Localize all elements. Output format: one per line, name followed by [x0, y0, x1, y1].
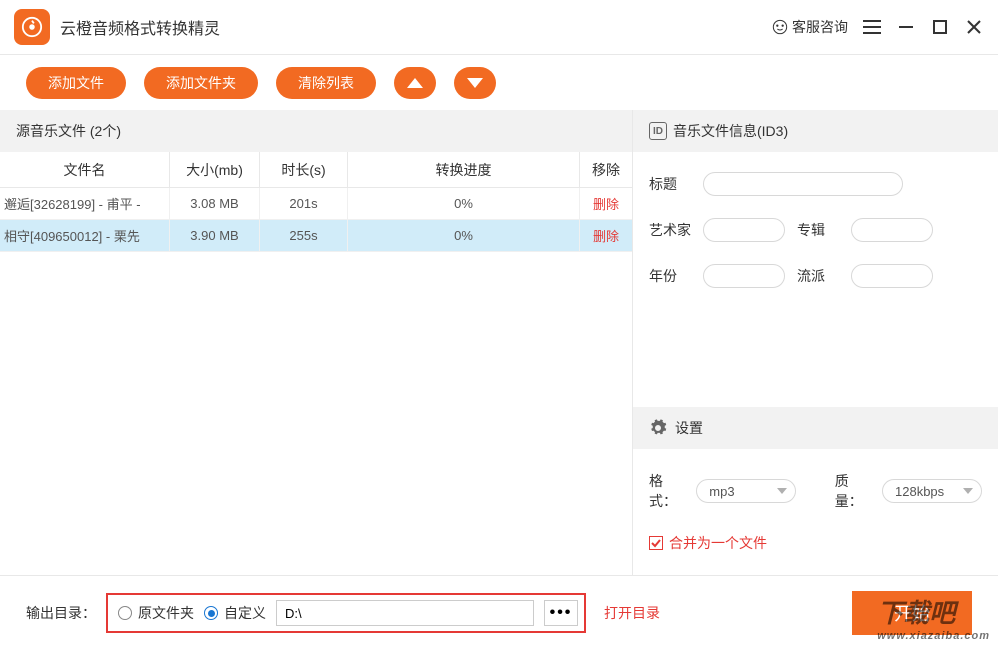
browse-button[interactable]: ••• [544, 600, 578, 626]
side-panel: ID 音乐文件信息(ID3) 标题 艺术家 专辑 年份 流派 [632, 110, 998, 575]
titlebar: 云橙音频格式转换精灵 客服咨询 [0, 0, 998, 55]
title-label: 标题 [649, 174, 691, 194]
cell-duration: 255s [260, 220, 348, 251]
footer: 输出目录： 原文件夹 自定义 ••• 打开目录 开始 [0, 575, 998, 650]
delete-link[interactable]: 删除 [593, 226, 619, 245]
genre-label: 流派 [797, 266, 839, 286]
col-name: 文件名 [0, 152, 170, 187]
genre-input[interactable] [851, 264, 933, 288]
start-button[interactable]: 开始 [852, 591, 972, 635]
cell-progress: 0% [348, 188, 580, 219]
col-progress: 转换进度 [348, 152, 580, 187]
quality-select[interactable]: 128kbps [882, 479, 982, 503]
format-label: 格式： [649, 471, 688, 511]
settings-header: 设置 [633, 407, 998, 449]
id3-icon: ID [649, 122, 667, 140]
cell-duration: 201s [260, 188, 348, 219]
radio-icon [118, 606, 132, 620]
file-list-panel: 源音乐文件 (2个) 文件名 大小(mb) 时长(s) 转换进度 移除 邂逅[3… [0, 110, 632, 575]
clear-list-button[interactable]: 清除列表 [276, 67, 376, 99]
cell-size: 3.08 MB [170, 188, 260, 219]
close-button[interactable] [964, 17, 984, 37]
app-title: 云橙音频格式转换精灵 [60, 15, 772, 39]
album-label: 专辑 [797, 220, 839, 240]
radio-original[interactable]: 原文件夹 [118, 603, 194, 623]
year-label: 年份 [649, 266, 691, 286]
delete-link[interactable]: 删除 [593, 194, 619, 213]
move-down-button[interactable] [454, 67, 496, 99]
maximize-button[interactable] [930, 17, 950, 37]
id3-header: ID 音乐文件信息(ID3) [633, 110, 998, 152]
support-label: 客服咨询 [792, 17, 848, 37]
table-header: 文件名 大小(mb) 时长(s) 转换进度 移除 [0, 152, 632, 188]
merge-checkbox[interactable]: 合并为一个文件 [649, 533, 982, 553]
radio-icon [204, 606, 218, 620]
col-duration: 时长(s) [260, 152, 348, 187]
cell-name: 相守[409650012] - 栗先 [0, 220, 170, 251]
source-header: 源音乐文件 (2个) [0, 110, 632, 152]
format-select[interactable]: mp3 [696, 479, 796, 503]
table-row[interactable]: 邂逅[32628199] - 甫平 - 3.08 MB 201s 0% 删除 [0, 188, 632, 220]
move-up-button[interactable] [394, 67, 436, 99]
path-input[interactable] [276, 600, 534, 626]
open-dir-link[interactable]: 打开目录 [604, 603, 660, 623]
album-input[interactable] [851, 218, 933, 242]
checkbox-icon [649, 536, 663, 550]
radio-custom[interactable]: 自定义 [204, 603, 266, 623]
cell-name: 邂逅[32628199] - 甫平 - [0, 188, 170, 219]
menu-icon[interactable] [862, 17, 882, 37]
cell-size: 3.90 MB [170, 220, 260, 251]
minimize-button[interactable] [896, 17, 916, 37]
artist-label: 艺术家 [649, 220, 691, 240]
artist-input[interactable] [703, 218, 785, 242]
toolbar: 添加文件 添加文件夹 清除列表 [0, 55, 998, 110]
title-input[interactable] [703, 172, 903, 196]
output-box: 原文件夹 自定义 ••• [106, 593, 586, 633]
app-logo [14, 9, 50, 45]
add-file-button[interactable]: 添加文件 [26, 67, 126, 99]
col-remove: 移除 [580, 152, 632, 187]
output-label: 输出目录： [26, 603, 96, 623]
quality-label: 质量： [835, 471, 874, 511]
add-folder-button[interactable]: 添加文件夹 [144, 67, 258, 99]
col-size: 大小(mb) [170, 152, 260, 187]
gear-icon [649, 419, 667, 437]
support-button[interactable]: 客服咨询 [772, 17, 848, 37]
cell-progress: 0% [348, 220, 580, 251]
year-input[interactable] [703, 264, 785, 288]
table-row[interactable]: 相守[409650012] - 栗先 3.90 MB 255s 0% 删除 [0, 220, 632, 252]
